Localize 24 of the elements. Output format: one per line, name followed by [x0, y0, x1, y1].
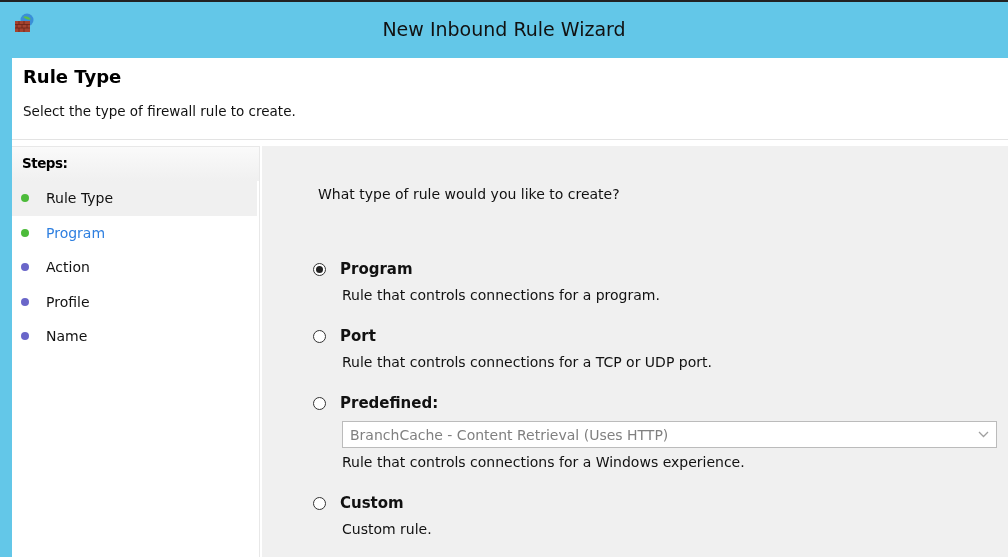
- option-label[interactable]: Program: [340, 260, 413, 278]
- radio-button[interactable]: [313, 496, 326, 510]
- step-item[interactable]: Program: [12, 215, 257, 250]
- radio-button[interactable]: [313, 329, 326, 343]
- chevron-icon: [978, 431, 989, 438]
- firewall-icon: [14, 13, 36, 33]
- option-label[interactable]: Port: [340, 327, 376, 345]
- option-label[interactable]: Predefined:: [340, 394, 439, 412]
- step-item[interactable]: Action: [12, 250, 257, 285]
- step-item[interactable]: Rule Type: [12, 181, 257, 216]
- radio-button[interactable]: [313, 262, 326, 276]
- step-item[interactable]: Name: [12, 319, 257, 354]
- radio-button[interactable]: [313, 396, 326, 410]
- option-label[interactable]: Custom: [340, 494, 404, 512]
- option-description: Rule that controls connections for a TCP or UDP port.: [342, 354, 713, 370]
- option-description: Rule that controls connections for a program.: [342, 287, 661, 303]
- window-title: New Inbound Rule Wizard: [382, 18, 626, 40]
- question-text: What type of rule would you like to create?: [318, 186, 621, 202]
- option-description: Custom rule.: [342, 521, 433, 537]
- option-description: Rule that controls connections for a Windows experience.: [342, 454, 746, 470]
- step-item[interactable]: Profile: [12, 284, 257, 319]
- page-subtitle: Select the type of firewall rule to create.: [23, 103, 296, 119]
- steps-heading: Steps:: [12, 147, 259, 181]
- page-title: Rule Type: [23, 66, 122, 87]
